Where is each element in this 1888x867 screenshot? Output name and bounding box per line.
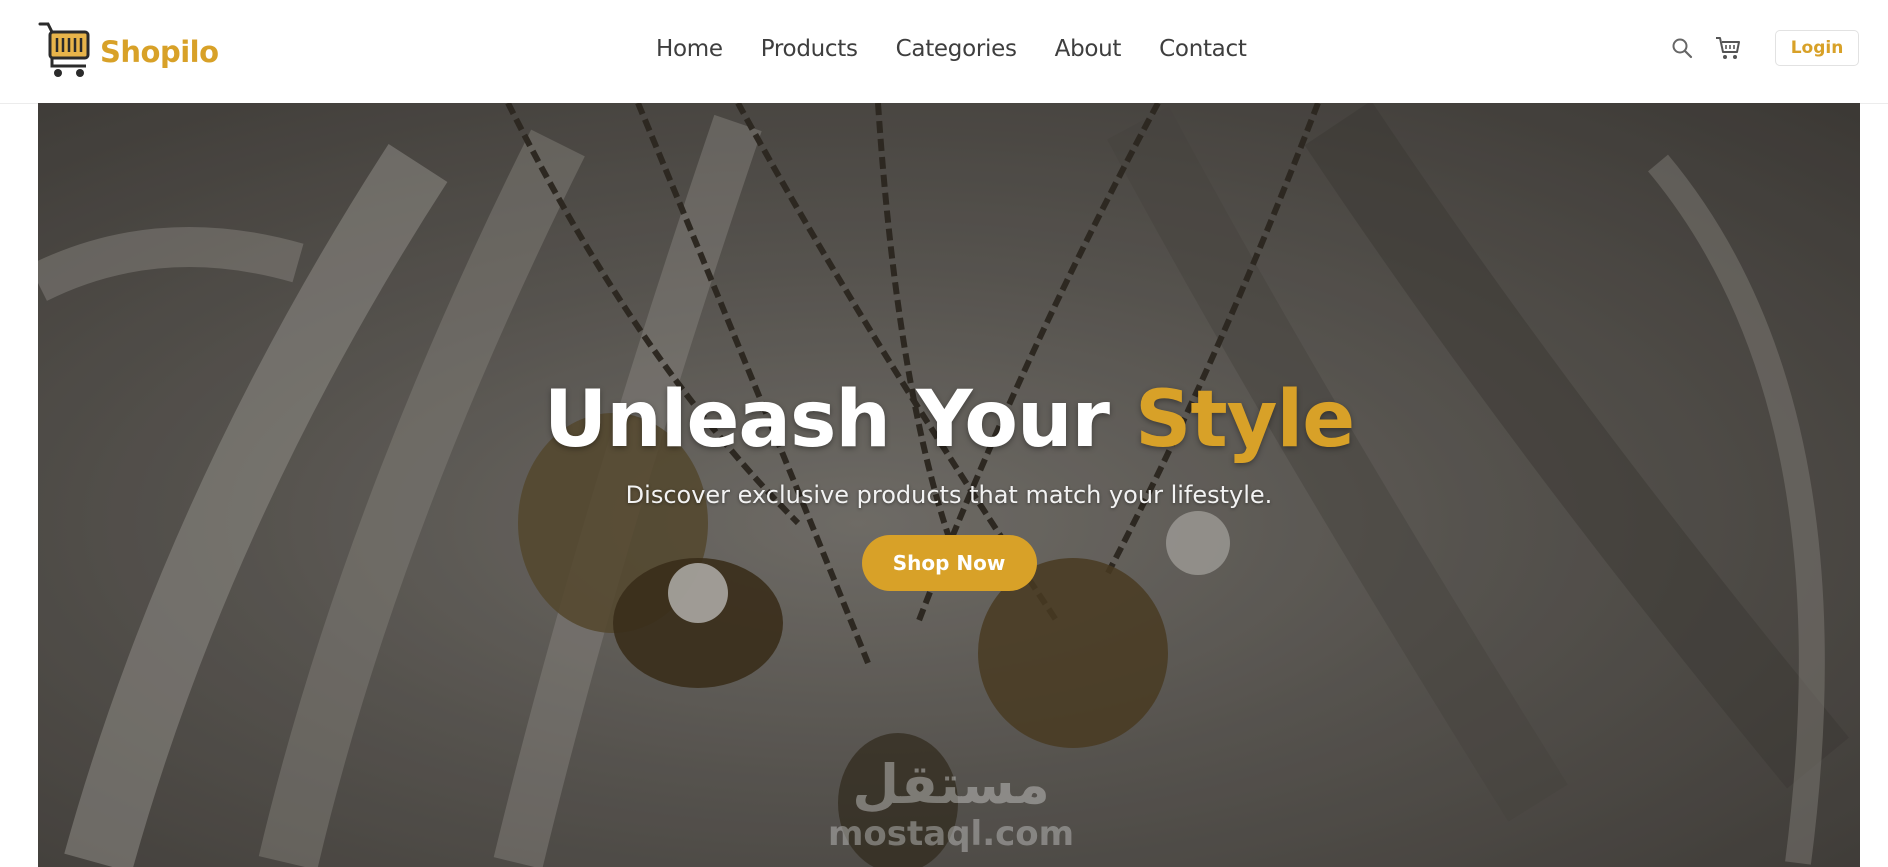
hero-content: Unleash Your Style Discover exclusive pr… — [38, 381, 1860, 591]
hero-title-accent: Style — [1135, 375, 1355, 465]
watermark-arabic: مستقل — [852, 753, 1050, 816]
hero-banner: Unleash Your Style Discover exclusive pr… — [38, 103, 1860, 867]
hero-subtitle: Discover exclusive products that match y… — [625, 481, 1273, 509]
shop-now-button[interactable]: Shop Now — [861, 535, 1037, 591]
nav-item-contact[interactable]: Contact — [1159, 36, 1247, 62]
main-nav: Home Products Categories About Contact — [656, 36, 1285, 62]
brand-logo[interactable]: Shopilo — [38, 20, 219, 84]
watermark-latin: mostaql.com — [828, 814, 1075, 854]
cart-icon[interactable] — [1713, 33, 1743, 63]
nav-item-categories[interactable]: Categories — [896, 36, 1017, 62]
watermark: مستقل mostaql.com — [828, 753, 1075, 855]
header-actions: Login — [1667, 30, 1859, 66]
nav-item-home[interactable]: Home — [656, 36, 723, 62]
login-button[interactable]: Login — [1775, 30, 1859, 66]
search-icon[interactable] — [1667, 33, 1697, 63]
shopping-cart-logo-icon — [38, 20, 92, 84]
hero-title: Unleash Your Style — [38, 381, 1860, 459]
nav-item-about[interactable]: About — [1055, 36, 1122, 62]
hero-title-main: Unleash Your — [543, 375, 1136, 465]
site-header: Shopilo Home Products Categories About C… — [0, 0, 1888, 103]
brand-name: Shopilo — [100, 35, 219, 69]
nav-item-products[interactable]: Products — [761, 36, 858, 62]
